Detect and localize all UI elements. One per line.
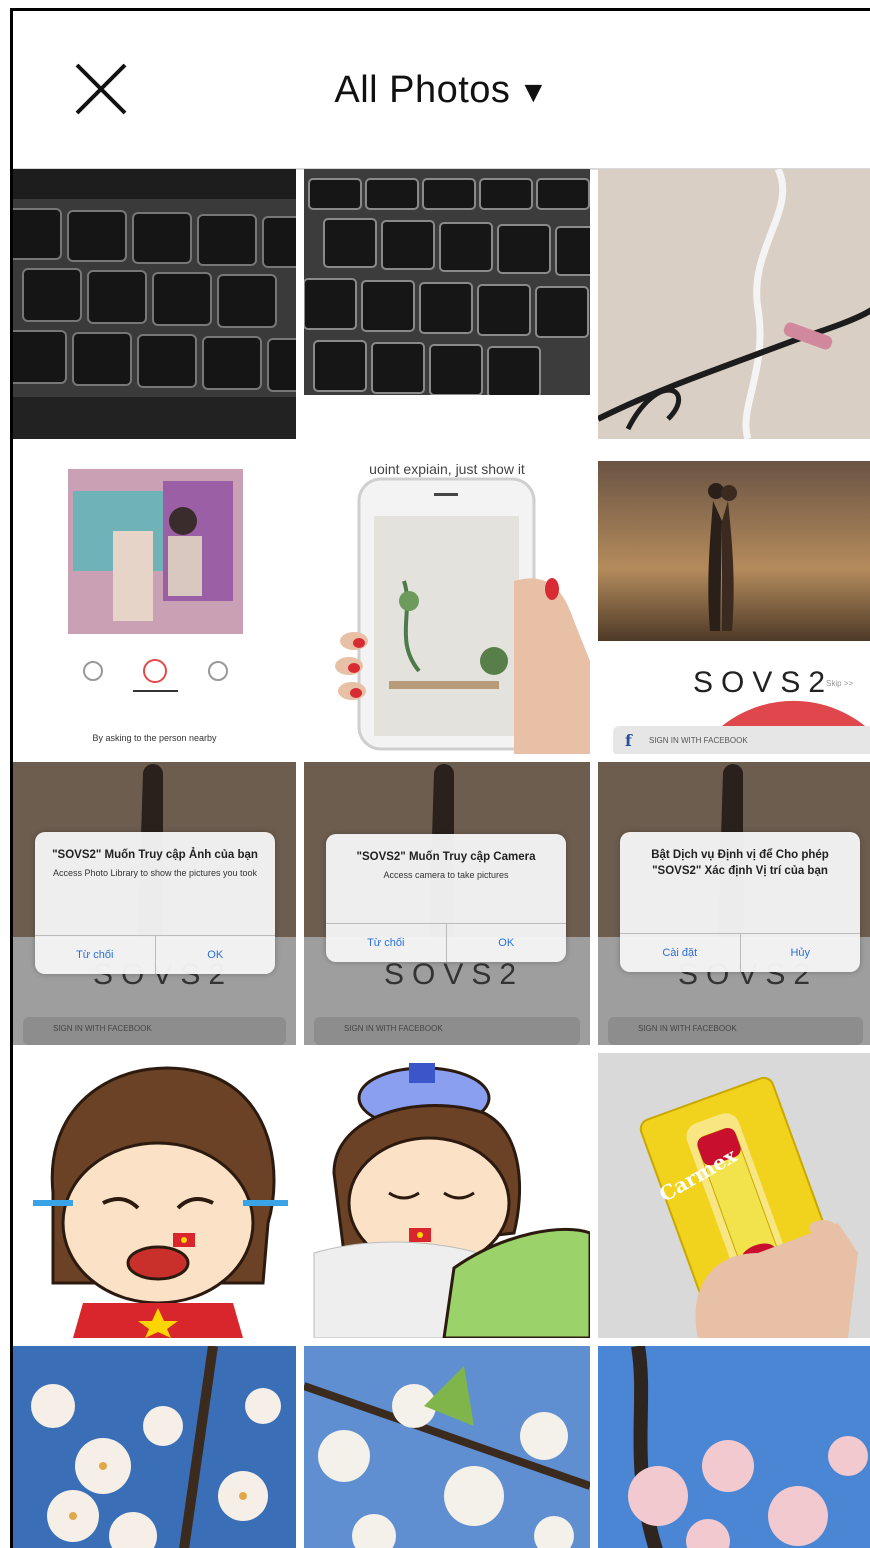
photo-permission-location[interactable]: SOVS2 SIGN IN WITH FACEBOOK Bật Dịch vụ … <box>598 762 870 1045</box>
permission-dialog: "SOVS2" Muốn Truy cập Ảnh của bạn Access… <box>35 832 275 974</box>
ok-button: OK <box>154 936 276 974</box>
settings-button: Cài đặt <box>662 947 698 959</box>
facebook-signin-text: SIGN IN WITH FACEBOOK <box>638 1024 737 1033</box>
photo-blossom-3[interactable] <box>598 1346 870 1548</box>
photo-permission-camera[interactable]: SOVS2 SIGN IN WITH FACEBOOK "SOVS2" Muốn… <box>304 762 590 1045</box>
brand-name: SOVS2 <box>384 958 525 991</box>
picker-header: All Photos ▼ <box>13 11 870 170</box>
dialog-message: Bật Dịch vụ Định vị để Cho phép "SOVS2" … <box>651 849 829 877</box>
facebook-signin-text: SIGN IN WITH FACEBOOK <box>53 1024 152 1033</box>
photo-keyboard-2[interactable] <box>304 169 590 395</box>
deny-button: Từ chối <box>367 937 405 949</box>
photo-picker: All Photos ▼ By asking to the person nea… <box>10 8 870 1548</box>
photo-carmex[interactable]: Carmex <box>598 1053 870 1338</box>
dialog-message: "SOVS2" Muốn Truy cập Camera <box>356 851 536 863</box>
cancel-button: Hủy <box>739 934 861 972</box>
ok-button: OK <box>445 924 567 962</box>
dialog-message: "SOVS2" Muốn Truy cập Ảnh của bạn <box>52 849 258 861</box>
tile-caption: By asking to the person nearby <box>92 733 217 743</box>
photo-blossom-1[interactable] <box>13 1346 296 1548</box>
deny-button: Từ chối <box>76 949 114 961</box>
brand-name: SOVS2 <box>693 666 834 699</box>
facebook-icon: f <box>625 731 632 750</box>
photo-phone-hand[interactable]: uoint expiain, just show it <box>304 461 590 754</box>
permission-dialog: Bật Dịch vụ Định vị để Cho phép "SOVS2" … <box>620 832 860 972</box>
sticker-crying-girl[interactable] <box>13 1053 296 1338</box>
photo-cable[interactable] <box>598 169 870 439</box>
photo-blossom-2[interactable] <box>304 1346 590 1548</box>
photo-keyboard-1[interactable] <box>13 169 296 439</box>
photo-sovs2-login[interactable]: SOVS2 Skip >> f SIGN IN WITH FACEBOOK <box>598 461 870 754</box>
sticker-sick-girl[interactable] <box>304 1053 590 1338</box>
caret-down-icon: ▼ <box>518 76 549 109</box>
facebook-signin-text: SIGN IN WITH FACEBOOK <box>344 1024 443 1033</box>
dialog-subtext: Access camera to take pictures <box>383 869 509 880</box>
photo-app-screenshot-1[interactable]: By asking to the person nearby <box>13 461 296 754</box>
permission-dialog: "SOVS2" Muốn Truy cập Camera Access came… <box>326 834 566 962</box>
album-selector[interactable]: All Photos ▼ <box>13 69 870 112</box>
album-title: All Photos <box>334 69 511 111</box>
skip-link: Skip >> <box>826 679 854 688</box>
facebook-signin: f SIGN IN WITH FACEBOOK <box>613 726 870 754</box>
photo-permission-photos[interactable]: SOVS2 SIGN IN WITH FACEBOOK "SOVS2" Muốn… <box>13 762 296 1045</box>
dialog-subtext: Access Photo Library to show the picture… <box>52 867 258 878</box>
